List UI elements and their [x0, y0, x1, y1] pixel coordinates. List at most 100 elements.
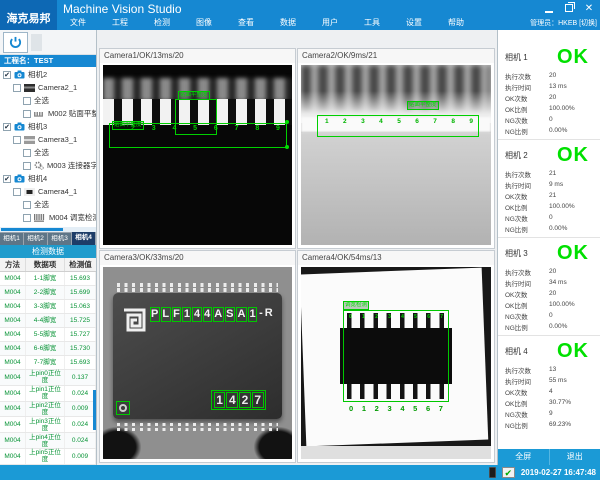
checkbox[interactable]: ✔	[3, 123, 11, 131]
switch-user-link[interactable]: [切换]	[579, 20, 597, 27]
menu-item-3[interactable]: 图像	[183, 16, 225, 30]
tree-select-all-row-0[interactable]: 全选	[0, 94, 96, 107]
table-row[interactable]: M0047-7脚宽15.693	[0, 356, 96, 370]
checkbox[interactable]	[23, 110, 31, 118]
menu-item-6[interactable]: 用户	[309, 16, 351, 30]
tab-camera-3[interactable]: 相机3	[48, 233, 71, 245]
stat-row: NG比例69.23%	[505, 419, 593, 430]
item-cell: 2-2脚宽	[26, 286, 65, 299]
menu-item-2[interactable]: 检测	[141, 16, 183, 30]
menu-item-8[interactable]: 设置	[393, 16, 435, 30]
stat-row: 执行时间34 ms	[505, 277, 593, 288]
table-row[interactable]: M0042-2脚宽15.699	[0, 286, 96, 300]
camera4-image[interactable]: 调宽检测 01234567 01234567	[301, 267, 491, 459]
exit-button[interactable]: 退出	[550, 449, 600, 465]
minimize-button[interactable]	[543, 2, 555, 14]
camera4-panel: Camera4/OK/54ms/13 调宽检测 01234567 0123456…	[297, 250, 495, 463]
close-button[interactable]: ✕	[583, 2, 595, 14]
camera2-image[interactable]: 123456789 贴面平整度	[301, 65, 491, 245]
table-row[interactable]: M004上pin5正位度0.009	[0, 449, 96, 465]
tab-camera-2[interactable]: 相机2	[24, 233, 47, 245]
device-icon	[489, 467, 496, 478]
stat-label: NG次数	[505, 311, 549, 321]
table-row[interactable]: M0041-1脚宽15.693	[0, 272, 96, 286]
stat-value: 20	[549, 268, 556, 275]
tree-select-all-row-2[interactable]: 全选	[0, 198, 96, 211]
checkbox[interactable]	[23, 97, 31, 105]
tree-child-row-2[interactable]: Camera4_1	[0, 185, 96, 198]
table-vscroll-thumb[interactable]	[93, 390, 96, 430]
pin-number: 0	[349, 404, 353, 413]
restore-button[interactable]	[563, 2, 575, 14]
tree-hscrollbar[interactable]	[0, 227, 96, 232]
stat-row: NG比例0.00%	[505, 125, 593, 136]
stat-value: 30.77%	[549, 399, 571, 406]
table-row[interactable]: M004上pin2正位度0.009	[0, 402, 96, 418]
checkbox[interactable]	[23, 214, 31, 222]
menu-item-0[interactable]: 文件	[57, 16, 99, 30]
tree-camera-row-2[interactable]: ✔相机4	[0, 172, 96, 185]
stat-value: 0.00%	[549, 127, 567, 134]
tree-module-row-1[interactable]: M003 连接器字符	[0, 159, 96, 172]
checkbox[interactable]: ✔	[3, 71, 11, 79]
table-row[interactable]: M004上pin1正位度0.024	[0, 386, 96, 402]
tree-module-row-0[interactable]: M002 贴面平整度	[0, 107, 96, 120]
menu-item-1[interactable]: 工程	[99, 16, 141, 30]
menu-item-5[interactable]: 数据	[267, 16, 309, 30]
table-row[interactable]: M0045-5脚宽15.727	[0, 328, 96, 342]
table-row[interactable]: M0044-4脚宽15.725	[0, 314, 96, 328]
checkbox[interactable]	[23, 162, 31, 170]
table-row[interactable]: M0043-3脚宽15.063	[0, 300, 96, 314]
chip-date-code: 1427	[211, 390, 266, 410]
stat-label: NG次数	[505, 409, 549, 419]
value-cell: 0.009	[65, 449, 96, 464]
item-cell: 7-7脚宽	[26, 356, 65, 369]
table-row[interactable]: M004上pin0正位度0.137	[0, 370, 96, 386]
value-cell: 15.063	[65, 300, 96, 313]
checkbox[interactable]	[13, 136, 21, 144]
tab-camera-4[interactable]: 相机4	[72, 232, 95, 245]
tree-camera-row-0[interactable]: ✔ 相机2	[0, 68, 96, 81]
table-row[interactable]: M004上pin3正位度0.024	[0, 417, 96, 433]
camera3-image[interactable]: PLF144ASA1-R 1427	[103, 267, 292, 459]
status-panel: 相机 1OK执行次数20执行时间13 msOK次数20OK比例100.00%NG…	[497, 30, 600, 465]
background-band	[301, 133, 491, 245]
app-logo: 海克易邦	[0, 0, 57, 30]
table-row[interactable]: M004上pin4正位度0.024	[0, 433, 96, 449]
char-box: 2	[239, 392, 251, 408]
checkbox[interactable]	[23, 201, 31, 209]
camera3-panel: Camera3/OK/33ms/20 PLF144ASA1-R 1427	[99, 250, 296, 463]
stat-label: NG次数	[505, 115, 549, 125]
hscroll-thumb[interactable]	[1, 228, 63, 231]
checkbox[interactable]: ✔	[3, 175, 11, 183]
chip-logo-icon	[121, 307, 147, 333]
comb-icon	[34, 214, 46, 222]
tree-module-row-2[interactable]: M004 调宽检测	[0, 211, 96, 224]
menu-item-4[interactable]: 查看	[225, 16, 267, 30]
fullscreen-button[interactable]: 全屏	[498, 449, 550, 465]
tab-camera-1[interactable]: 相机1	[0, 233, 23, 245]
menu-item-9[interactable]: 帮助	[435, 16, 477, 30]
value-cell: 0.024	[65, 433, 96, 448]
method-cell: M004	[0, 342, 26, 355]
tree-camera-row-1[interactable]: ✔相机3	[0, 120, 96, 133]
tree-child-row-1[interactable]: Camera3_1	[0, 133, 96, 146]
item-cell: 4-4脚宽	[26, 314, 65, 327]
col-value: 检测值	[65, 258, 96, 271]
stat-row: NG比例0.00%	[505, 321, 593, 332]
char-box: P	[150, 307, 160, 322]
checkbox[interactable]	[13, 188, 21, 196]
minimize-icon	[545, 11, 553, 13]
menu-item-7[interactable]: 工具	[351, 16, 393, 30]
camera-icon	[14, 174, 25, 183]
table-row[interactable]: M0046-6脚宽15.730	[0, 342, 96, 356]
power-button[interactable]	[3, 32, 28, 53]
tree-camera-label: 相机2	[28, 69, 47, 80]
checkbox[interactable]	[13, 84, 21, 92]
camera1-image[interactable]: 23456789 贴面平整度 贴面平整度	[103, 65, 292, 245]
checkbox[interactable]	[23, 149, 31, 157]
tree-select-all-row-1[interactable]: 全选	[0, 146, 96, 159]
roi-label: 调宽检测	[343, 301, 369, 310]
tree-child-row-0[interactable]: Camera2_1	[0, 81, 96, 94]
col-item: 数据项	[26, 258, 65, 271]
